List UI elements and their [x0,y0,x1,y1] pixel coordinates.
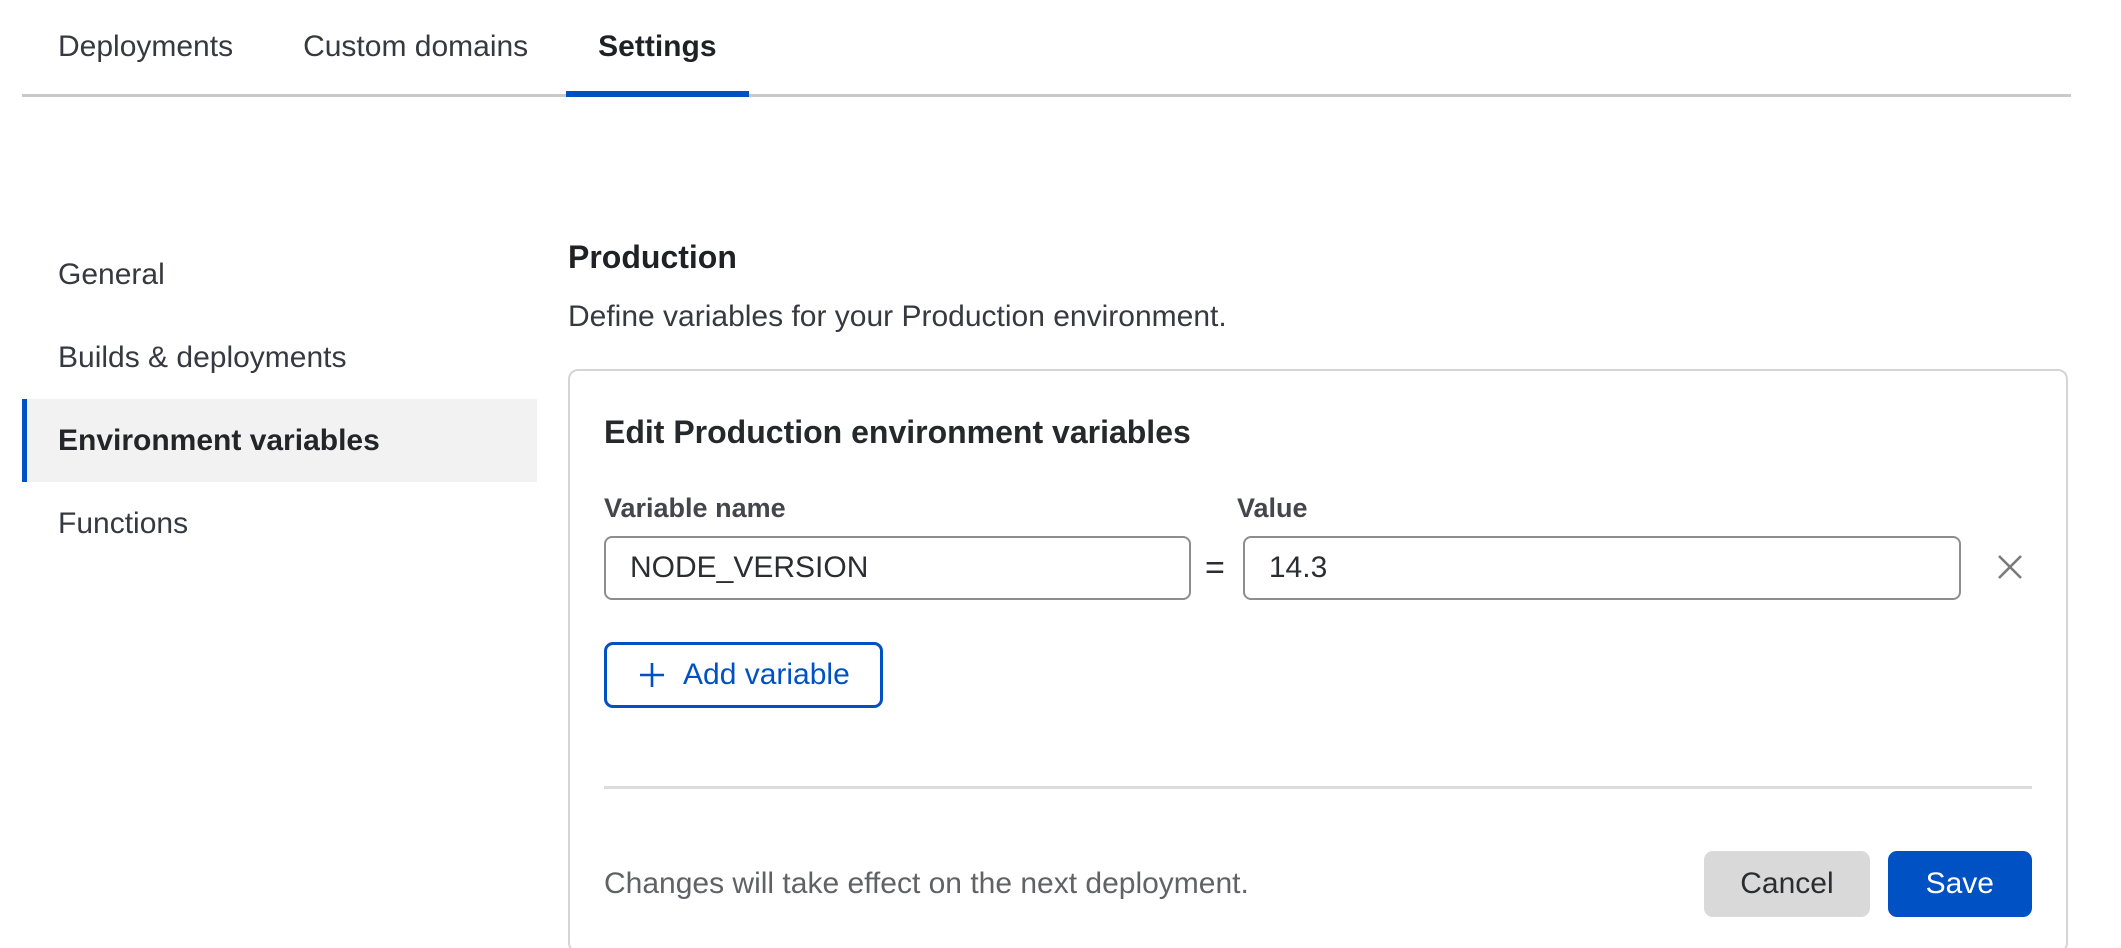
field-labels-row: Variable name Value [604,493,2032,524]
add-variable-label: Add variable [683,658,850,692]
tab-deployments[interactable]: Deployments [58,0,233,94]
variable-name-label: Variable name [604,493,1237,524]
sidebar-item-functions[interactable]: Functions [22,482,537,565]
card-footer: Changes will take effect on the next dep… [604,851,2032,917]
environment-variables-card: Edit Production environment variables Va… [568,369,2068,948]
tab-settings[interactable]: Settings [598,0,716,94]
sidebar-item-builds-deployments[interactable]: Builds & deployments [22,316,537,399]
card-divider [604,786,2032,789]
tab-custom-domains[interactable]: Custom domains [303,0,528,94]
card-title: Edit Production environment variables [604,413,2032,451]
value-label: Value [1237,493,1308,524]
save-button[interactable]: Save [1888,851,2032,917]
page-subtitle: Define variables for your Production env… [568,298,2068,336]
plus-icon [637,660,667,690]
equals-sign: = [1205,549,1225,588]
remove-variable-button[interactable] [1990,548,2030,588]
settings-sidebar: General Builds & deployments Environment… [22,233,537,565]
main-content: Production Define variables for your Pro… [568,238,2068,948]
cancel-button[interactable]: Cancel [1704,851,1869,917]
page-title: Production [568,238,2068,276]
sidebar-item-environment-variables[interactable]: Environment variables [22,399,537,482]
add-variable-button[interactable]: Add variable [604,642,883,708]
sidebar-item-general[interactable]: General [22,233,537,316]
footer-actions: Cancel Save [1704,851,2032,917]
pages-settings-page: Deployments Custom domains Settings Gene… [0,0,2121,948]
top-tab-bar: Deployments Custom domains Settings [22,0,2071,97]
close-icon [1993,550,2027,587]
variable-name-input[interactable] [604,536,1191,600]
variable-value-input[interactable] [1243,536,1961,600]
variable-row: = [604,536,2032,600]
footer-note: Changes will take effect on the next dep… [604,867,1249,901]
